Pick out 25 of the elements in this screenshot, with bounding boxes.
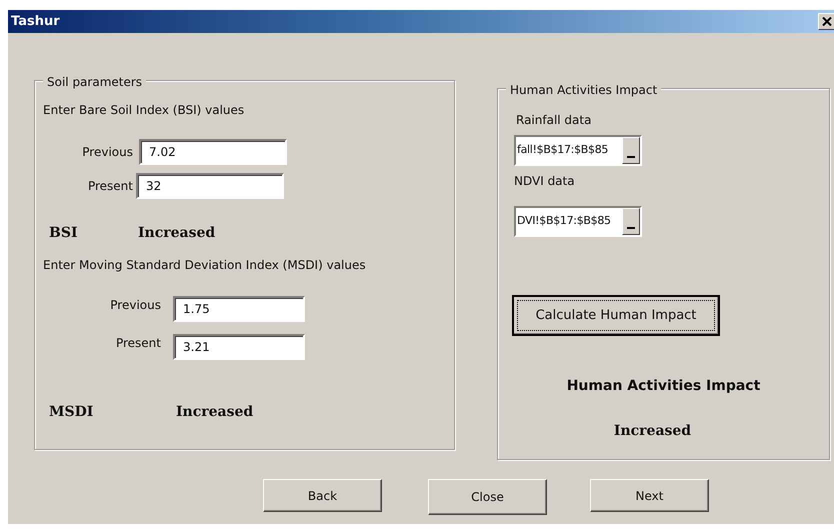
result-text: Increased <box>176 403 254 422</box>
value-field[interactable]: 3.21 <box>173 334 305 360</box>
field-label: Previous <box>109 297 162 314</box>
field-label: Rainfall data <box>516 112 592 129</box>
result-title: Human Activities Impact <box>566 377 762 396</box>
close-icon <box>822 17 832 26</box>
prompt-text: Enter Moving Standard Deviation Index (MSDI) values <box>43 257 367 274</box>
result-text: Increased <box>612 422 692 441</box>
close-button[interactable] <box>818 13 834 30</box>
prompt-text: Enter Bare Soil Index (BSI) values <box>43 102 246 119</box>
dialog-button[interactable]: Next <box>590 479 709 512</box>
index-name: BSI <box>49 224 78 243</box>
result-text: Increased <box>138 224 216 243</box>
field-label: Present <box>86 178 134 195</box>
calculate-button[interactable]: Calculate Human Impact <box>512 295 720 336</box>
value-field[interactable]: 1.75 <box>173 296 305 322</box>
field-label: Previous <box>81 144 134 161</box>
index-name: MSDI <box>49 403 94 422</box>
dialog-button[interactable]: Close <box>428 479 547 515</box>
dialog-button[interactable]: Back <box>263 479 382 512</box>
value-field[interactable]: 7.02 <box>139 139 287 165</box>
value-field[interactable]: 32 <box>136 173 284 199</box>
field-label: NDVI data <box>514 173 576 190</box>
field-label: Present <box>114 335 162 352</box>
window-title: Tashur <box>11 12 60 31</box>
